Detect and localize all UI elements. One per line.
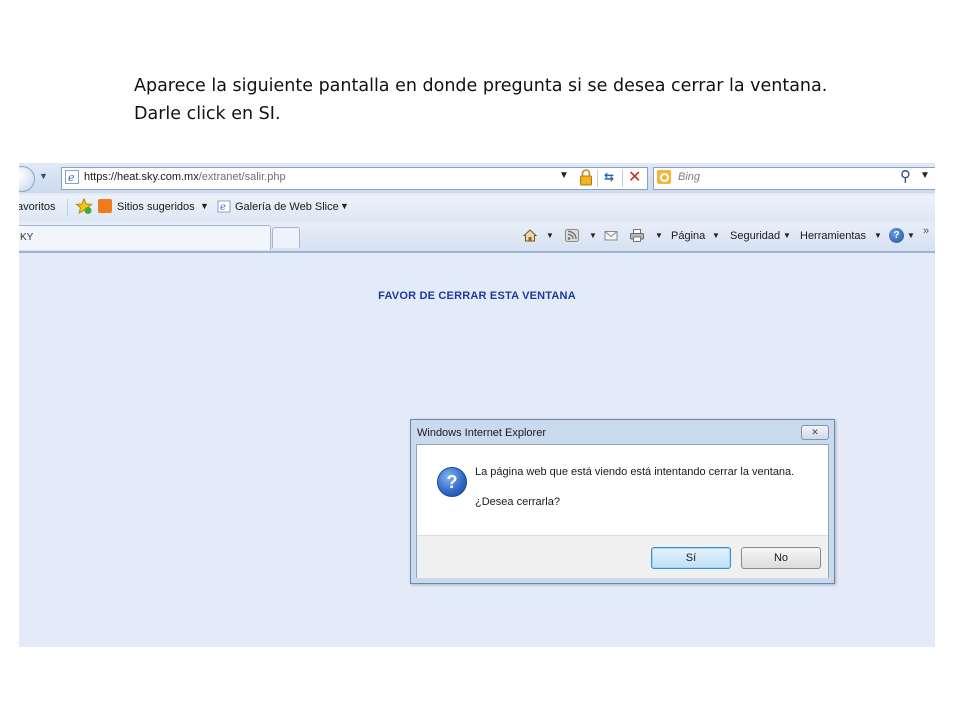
separator [597,170,598,187]
ie-page-icon: e [65,170,79,184]
print-icon[interactable] [630,229,644,242]
page-menu[interactable]: Página [671,230,705,242]
stop-icon[interactable]: ✕ [628,167,641,187]
url-path: /extranet/salir.php [198,171,286,183]
help-icon[interactable]: ? [889,228,904,243]
url-host: https://heat.sky.com.mx [84,171,199,183]
lock-icon[interactable] [579,169,593,186]
question-icon: ? [437,467,467,497]
new-tab-button[interactable] [272,227,300,248]
tab-label: KY [20,232,34,243]
address-bar[interactable]: e https://heat.sky.com.mx/extranet/salir… [61,167,648,190]
forward-button[interactable] [19,166,35,192]
feeds-icon[interactable] [565,229,579,242]
url-text[interactable]: https://heat.sky.com.mx/extranet/salir.p… [84,171,286,183]
help-dropdown-icon[interactable]: ▼ [907,231,915,240]
instructions-text: Aparece la siguiente pantalla en donde p… [134,72,827,128]
home-icon[interactable] [523,229,537,242]
more-commands-chevron[interactable]: » [923,225,929,237]
svg-text:e: e [68,171,75,184]
search-dropdown-icon[interactable]: ▼ [920,170,930,181]
page-dropdown-icon[interactable]: ▼ [712,231,720,240]
yes-button[interactable]: Sí [651,547,731,569]
web-slice-icon: e [217,200,231,213]
bing-icon [657,170,671,184]
tools-dropdown-icon[interactable]: ▼ [874,231,882,240]
suggested-sites-link[interactable]: Sitios sugeridos [117,201,195,213]
print-dropdown-icon[interactable]: ▼ [655,231,663,240]
page-message: FAVOR DE CERRAR ESTA VENTANA [378,290,576,302]
web-slice-gallery-link[interactable]: Galería de Web Slice [235,201,339,213]
url-dropdown-icon[interactable]: ▼ [559,170,569,181]
separator [67,199,68,216]
add-favorites-star-icon[interactable] [75,198,93,215]
home-dropdown-icon[interactable]: ▼ [546,231,554,240]
separator [622,170,623,187]
dialog-title: Windows Internet Explorer [417,427,546,439]
confirm-close-dialog: Windows Internet Explorer ✕ ? La página … [410,419,835,584]
favorites-label[interactable]: avoritos [19,201,56,213]
tab-command-bar: KY ▼ ▼ ▼ Página ▼ Seguridad ▼ Herramient… [19,223,935,253]
favorites-bar: avoritos Sitios sugeridos ▼ e Galería de… [19,195,935,221]
tools-menu[interactable]: Herramientas [800,230,866,242]
no-button[interactable]: No [741,547,821,569]
address-bar-row: ▼ e https://heat.sky.com.mx/extranet/sal… [19,163,935,193]
instruction-line-1: Aparece la siguiente pantalla en donde p… [134,76,828,96]
close-icon: ✕ [811,427,819,437]
browser-screenshot: ▼ e https://heat.sky.com.mx/extranet/sal… [19,163,935,647]
dialog-question: ¿Desea cerrarla? [475,496,560,508]
web-slice-dropdown-icon[interactable]: ▼ [340,201,349,211]
feeds-dropdown-icon[interactable]: ▼ [589,231,597,240]
security-menu[interactable]: Seguridad [730,230,780,242]
dialog-footer: Sí No [417,535,828,578]
dialog-body: ? La página web que está viendo está int… [416,444,829,578]
search-icon[interactable]: ⚲ [900,167,911,185]
browser-tab[interactable]: KY [19,225,271,250]
dialog-close-button[interactable]: ✕ [801,425,829,440]
history-dropdown-icon[interactable]: ▼ [39,171,48,181]
mail-icon[interactable] [604,229,618,242]
search-placeholder[interactable]: Bing [678,171,700,183]
search-box[interactable]: Bing ⚲ ▼ [653,167,935,190]
suggested-sites-dropdown-icon[interactable]: ▼ [200,201,209,211]
suggested-sites-icon [98,199,112,213]
svg-text:e: e [220,202,226,213]
refresh-icon[interactable]: ⇆ [604,170,614,184]
instruction-line-2: Darle click en SI. [134,104,281,124]
dialog-message: La página web que está viendo está inten… [475,466,795,478]
security-dropdown-icon[interactable]: ▼ [783,231,791,240]
